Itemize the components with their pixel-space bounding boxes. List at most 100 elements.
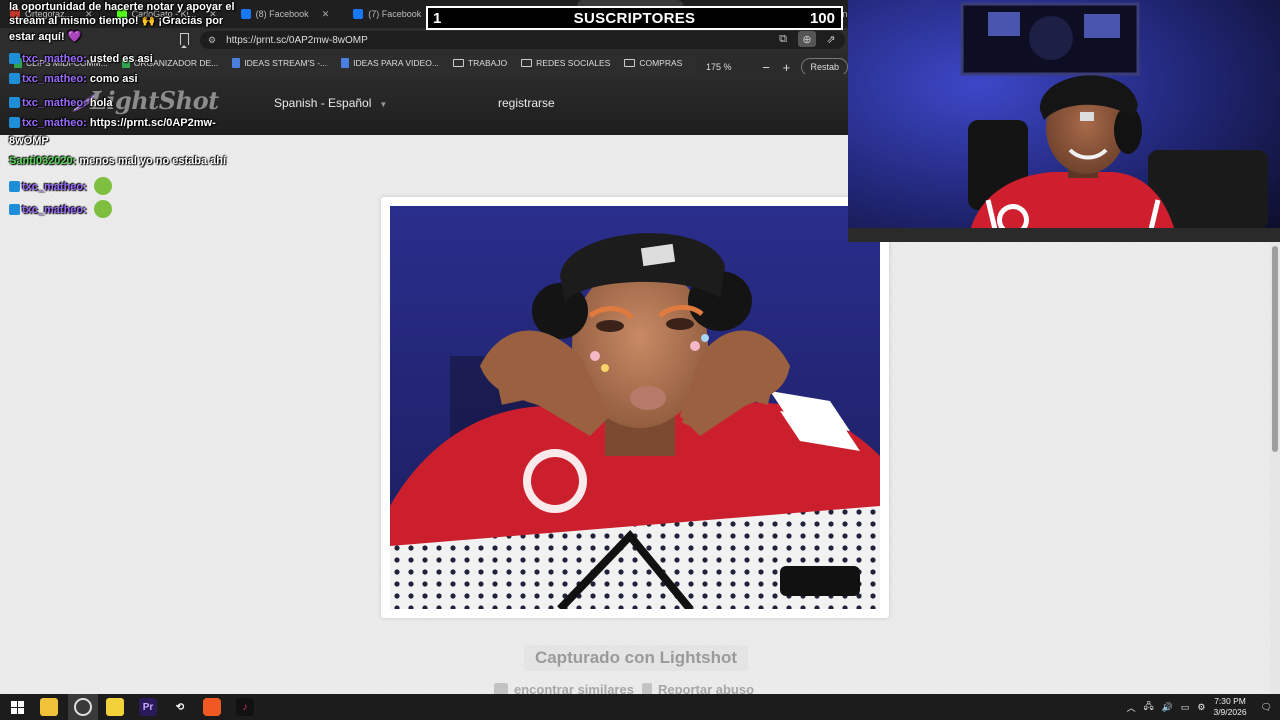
sticky-notes-icon[interactable] — [106, 698, 124, 716]
tiktok-icon[interactable]: ♪ — [236, 698, 254, 716]
register-link[interactable]: registrarse — [498, 96, 555, 110]
subscriber-goal-bar: 1 SUSCRIPTORES 100 — [426, 6, 843, 30]
bookmark-icon[interactable] — [180, 33, 189, 48]
system-tray: ︿ 🖧 🔊 ▭ ⚙ 7:30 PM 3/9/2026 🗨 — [1127, 694, 1272, 720]
chat-username: txc_matheo: — [22, 181, 87, 193]
share-icon[interactable]: ⇗ — [822, 31, 840, 47]
clock-time: 7:30 PM — [1214, 696, 1246, 706]
chat-text: usted es asi — [89, 53, 153, 65]
chat-text: la oportunidad de hacerte notar y apoyar… — [9, 1, 235, 13]
chat-badge-icon — [9, 117, 20, 128]
chat-badge-icon — [9, 73, 20, 84]
screenshot-image[interactable] — [390, 206, 880, 609]
capcut-icon[interactable]: ⟲ — [171, 698, 189, 716]
bookmark-label: TRABAJO — [467, 58, 508, 68]
zoom-in-button[interactable]: + — [779, 60, 793, 75]
chat-message: 8wOMP — [9, 134, 49, 148]
doc-icon — [232, 58, 241, 68]
bookmark-item[interactable]: TRABAJO — [452, 58, 508, 68]
chat-username: txc_matheo: — [22, 53, 87, 65]
file-explorer-icon[interactable] — [40, 698, 58, 716]
chat-message: txc_matheo: — [9, 177, 112, 195]
bookmark-item[interactable]: REDES SOCIALES — [521, 58, 610, 68]
language-selector[interactable]: Spanish - Español ▼ — [274, 96, 387, 110]
webcam-overlay — [848, 0, 1280, 242]
bookmark-item[interactable]: IDEAS PARA VIDEO... — [341, 58, 439, 68]
clock[interactable]: 7:30 PM 3/9/2026 — [1213, 696, 1246, 718]
premiere-pro-icon[interactable]: Pr — [139, 698, 157, 716]
captured-with-lightshot-label: Capturado con Lightshot — [524, 645, 748, 671]
bookmark-label: IDEAS PARA VIDEO... — [353, 58, 439, 68]
folder-icon — [521, 59, 533, 67]
zoom-out-button[interactable]: − — [759, 60, 773, 75]
chat-username: txc_matheo: — [22, 97, 87, 109]
chat-text: 8wOMP — [9, 135, 49, 147]
chevron-up-icon[interactable]: ︿ — [1127, 701, 1136, 714]
volume-icon[interactable]: 🔊 — [1162, 702, 1173, 713]
chat-message: Santi032020: menos mal yo no estaba ahí — [9, 154, 226, 168]
bookmark-label: IDEAS STREAM'S -... — [244, 58, 328, 68]
battery-icon[interactable]: ▭ — [1181, 702, 1190, 713]
chat-badge-icon — [9, 204, 20, 215]
settings-gear-icon[interactable]: ⚙ — [1197, 702, 1205, 713]
url-text: https://prnt.sc/0AP2mw-8wOMP — [226, 34, 368, 46]
tab-label: (7) Facebook — [368, 9, 422, 19]
chat-emote-icon — [93, 200, 112, 218]
bookmark-item[interactable]: IDEAS STREAM'S -... — [232, 58, 327, 68]
language-label: Spanish - Español — [274, 96, 372, 110]
obs-icon[interactable] — [74, 698, 92, 716]
tab-favicon-icon — [353, 9, 364, 19]
chat-badge-icon — [9, 181, 20, 192]
chat-text: menos mal yo no estaba ahí — [79, 155, 227, 167]
page-scrollbar[interactable] — [1270, 242, 1280, 694]
subscriber-goal-target: 100 — [809, 10, 835, 27]
brave-browser-icon[interactable] — [203, 698, 221, 716]
chat-message: estar aquí! 💜 — [9, 30, 81, 44]
browser-address-bar: ⚙ https://prnt.sc/0AP2mw-8wOMP ⧉ ⊕ ⇗ — [0, 28, 848, 52]
open-in-app-icon[interactable]: ⧉ — [774, 31, 792, 47]
chat-message: txc_matheo: como asi — [9, 72, 138, 86]
chat-emote-icon — [93, 177, 112, 195]
chat-username: txc_matheo: — [22, 117, 87, 129]
chat-username: txc_matheo: — [22, 204, 87, 216]
screenshot-frame — [381, 197, 889, 618]
network-icon[interactable]: 🖧 — [1144, 699, 1154, 715]
chat-message: txc_matheo: usted es asi — [9, 52, 153, 66]
chat-text: como asi — [89, 73, 138, 85]
folder-icon — [452, 59, 464, 67]
chat-text: estar aquí! 💜 — [9, 31, 82, 43]
zoom-icon[interactable]: ⊕ — [798, 31, 816, 47]
chat-badge-icon — [9, 53, 20, 64]
bookmark-label: REDES SOCIALES — [536, 58, 611, 68]
bookmark-label: COMPRAS — [639, 58, 683, 68]
chat-message: txc_matheo: — [9, 200, 112, 218]
folder-icon — [624, 59, 636, 67]
zoom-level: 175 % — [706, 62, 732, 72]
chevron-down-icon: ▼ — [379, 100, 388, 109]
chat-username: txc_matheo: — [22, 73, 87, 85]
close-tab-icon[interactable]: ✕ — [322, 9, 330, 20]
chat-message: txc_matheo: hola — [9, 96, 112, 110]
chat-text: stream al mismo tiempo! 🙌 ¡Gracias por — [9, 15, 224, 27]
windows-start-icon[interactable] — [8, 698, 26, 716]
chat-message: txc_matheo: https://prnt.sc/0AP2mw- — [9, 116, 216, 130]
site-info-icon[interactable]: ⚙ — [208, 35, 216, 46]
url-field[interactable]: ⚙ https://prnt.sc/0AP2mw-8wOMP — [200, 31, 845, 49]
chat-message: la oportunidad de hacerte notar y apoyar… — [9, 0, 235, 14]
address-bar-actions: ⧉ ⊕ ⇗ — [774, 31, 840, 47]
chat-text: https://prnt.sc/0AP2mw- — [89, 117, 216, 129]
tab-label: (8) Facebook — [255, 9, 309, 19]
scrollbar-thumb[interactable] — [1272, 246, 1278, 452]
chat-text: hola — [89, 97, 113, 109]
chat-username: Santi032020: — [9, 155, 77, 167]
browser-tab[interactable]: (8) Facebook ✕ — [231, 0, 344, 28]
chat-message: stream al mismo tiempo! 🙌 ¡Gracias por — [9, 14, 223, 28]
tab-favicon-icon — [240, 9, 251, 19]
bookmark-item[interactable]: COMPRAS — [624, 58, 682, 68]
clock-date: 3/9/2026 — [1213, 707, 1247, 717]
doc-icon — [341, 58, 350, 68]
notifications-icon[interactable]: 🗨 — [1261, 702, 1272, 713]
windows-taskbar: Pr ⟲ ♪ ︿ 🖧 🔊 ▭ ⚙ 7:30 PM 3/9/2026 🗨 — [0, 694, 1280, 720]
subscriber-goal-title: SUSCRIPTORES — [573, 10, 696, 27]
chat-badge-icon — [9, 97, 20, 108]
